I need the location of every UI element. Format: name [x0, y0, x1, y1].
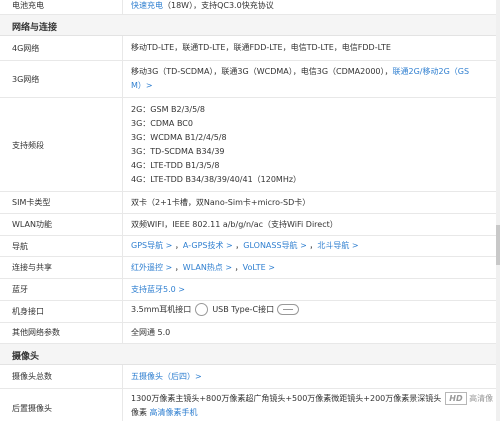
spec-row-bands: 支持频段 2G：GSM B2/3/5/8 3G：CDMA BC0 3G：WCDM…: [0, 98, 500, 192]
spec-key: 其他网络参数: [12, 328, 60, 337]
spec-value: 双频WIFI，IEEE 802.11 a/b/g/n/ac（支持WiFi Dir…: [131, 220, 338, 229]
headphone-jack-icon: [195, 303, 209, 316]
spec-row-sim: SIM卡类型 双卡（2+1卡槽，双Nano-Sim卡+micro-SD卡）: [0, 192, 500, 214]
spec-value: 1300万像素主镜头+800万像素超广角镜头+500万像素微距镜头+200万像素…: [131, 394, 442, 403]
ir-remote-link[interactable]: 红外遥控: [131, 263, 163, 272]
usb-type-c-icon: [277, 304, 300, 315]
spec-key: 后置摄像头: [12, 404, 52, 413]
spec-key: 电池充电: [12, 1, 44, 10]
separator: ，: [234, 263, 243, 272]
spec-key: 4G网络: [12, 44, 40, 53]
spec-value: （18W），支持QC3.0快充协议: [163, 1, 274, 10]
wlan-hotspot-link[interactable]: WLAN热点: [183, 263, 223, 272]
spec-key: 蓝牙: [12, 285, 28, 294]
spec-key: SIM卡类型: [12, 198, 51, 207]
band-line: 2G：GSM B2/3/5/8: [131, 105, 205, 114]
spec-row-navigation: 导航 GPS导航 > ，A-GPS技术 > ，GLONASS导航 > ，北斗导航…: [0, 236, 500, 257]
2g-network-link-cont[interactable]: M）>: [131, 81, 153, 90]
volte-link[interactable]: VoLTE: [243, 263, 266, 272]
spec-value: 全网通 5.0: [131, 328, 171, 337]
spec-row-connectivity: 连接与共享 红外遥控 > ，WLAN热点 > ，VoLTE >: [0, 257, 500, 279]
spec-value: 双卡（2+1卡槽，双Nano-Sim卡+micro-SD卡）: [131, 198, 311, 207]
hd-label: 高清像: [469, 394, 494, 403]
jack-label: 3.5mm耳机接口: [131, 305, 192, 314]
spec-row-camera-total: 摄像头总数 五摄像头（后四）>: [0, 365, 500, 389]
spec-key: 导航: [12, 242, 28, 251]
spec-row-4g: 4G网络 移动TD-LTE，联通TD-LTE，联通FDD-LTE，电信TD-LT…: [0, 36, 500, 61]
band-line: 4G：LTE-TDD B1/3/5/8: [131, 161, 220, 170]
spec-value: 移动TD-LTE，联通TD-LTE，联通FDD-LTE，电信TD-LTE，电信F…: [131, 43, 391, 52]
spec-value: 像素: [131, 408, 147, 417]
spec-key: 摄像头总数: [12, 372, 52, 381]
section-title: 网络与连接: [12, 23, 58, 33]
agps-link[interactable]: A-GPS技术: [183, 241, 224, 250]
wlan-key-link[interactable]: WLAN功能: [12, 219, 52, 230]
hd-badge-icon: HD: [445, 392, 467, 405]
gps-link[interactable]: GPS导航: [131, 241, 163, 250]
spec-key: 3G网络: [12, 75, 40, 84]
usb-label: USB Type-C接口: [212, 305, 275, 314]
section-header-network: 网络与连接: [0, 15, 500, 36]
separator: ，: [174, 241, 183, 250]
fast-charge-link[interactable]: 快速充电: [131, 1, 163, 10]
band-line: 3G：WCDMA B1/2/4/5/8: [131, 133, 227, 142]
spec-row-rear-camera: 后置摄像头 1300万像素主镜头+800万像素超广角镜头+500万像素微距镜头+…: [0, 389, 500, 421]
spec-row-bluetooth: 蓝牙 支持蓝牙5.0 >: [0, 279, 500, 301]
scrollbar-thumb[interactable]: [496, 225, 500, 265]
spec-row-battery: 电池充电 快速充电（18W），支持QC3.0快充协议: [0, 0, 500, 15]
beidou-link[interactable]: 北斗导航: [317, 241, 349, 250]
camera-count-link[interactable]: 五摄像头（后四）>: [131, 372, 202, 381]
hd-phone-link[interactable]: 高清像素手机: [150, 408, 198, 417]
glonass-link[interactable]: GLONASS导航: [243, 241, 297, 250]
spec-row-wlan: WLAN功能 双频WIFI，IEEE 802.11 a/b/g/n/ac（支持W…: [0, 214, 500, 236]
band-line: 4G：LTE-TDD B34/38/39/40/41（120MHz）: [131, 175, 302, 184]
band-line: 3G：TD-SCDMA B34/39: [131, 147, 225, 156]
spec-key: 支持频段: [12, 141, 44, 150]
band-line: 3G：CDMA BC0: [131, 119, 193, 128]
section-title: 摄像头: [12, 352, 40, 362]
bluetooth-link[interactable]: 支持蓝牙5.0: [131, 285, 176, 294]
spec-value: 移动3G（TD-SCDMA），联通3G（WCDMA），电信3G（CDMA2000…: [131, 67, 393, 76]
spec-row-3g: 3G网络 移动3G（TD-SCDMA），联通3G（WCDMA），电信3G（CDM…: [0, 61, 500, 98]
spec-row-ports: 机身接口 3.5mm耳机接口 USB Type-C接口: [0, 301, 500, 323]
spec-row-other-network: 其他网络参数 全网通 5.0: [0, 323, 500, 344]
section-header-camera: 摄像头: [0, 344, 500, 365]
scrollbar-track[interactable]: [496, 0, 500, 421]
2g-network-link[interactable]: 联通2G/移动2G（GS: [393, 67, 470, 76]
spec-key: 机身接口: [12, 307, 44, 316]
spec-key: 连接与共享: [12, 263, 52, 272]
separator: ，: [174, 263, 183, 272]
